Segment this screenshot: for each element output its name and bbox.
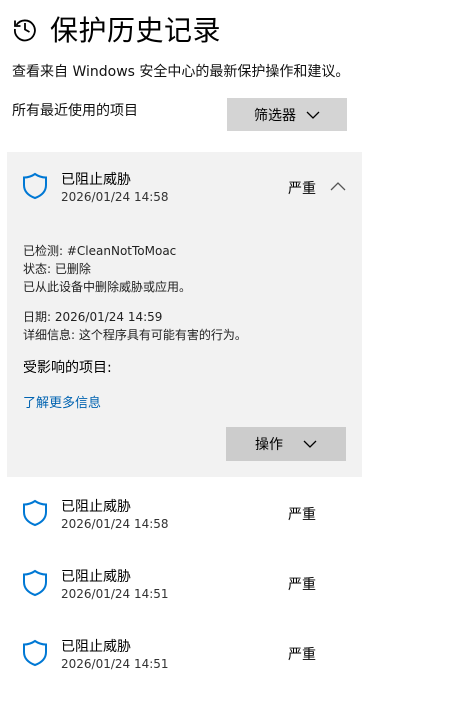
item-time: 2026/01/24 14:51 [61, 657, 169, 671]
status-line: 状态: 已删除 [23, 262, 91, 276]
action-taken-line: 已从此设备中删除威胁或应用。 [23, 280, 192, 294]
learn-more-link[interactable]: 了解更多信息 [23, 392, 101, 411]
detected-line: 已检测: #CleanNotToMoac [23, 244, 177, 258]
item-time: 2026/01/24 14:58 [61, 190, 169, 204]
threat-item[interactable]: 已阻止威胁 2026/01/24 14:51 严重 [7, 625, 362, 687]
shield-icon [23, 499, 47, 527]
shield-icon [23, 639, 47, 667]
actions-button-label: 操作 [255, 437, 283, 453]
item-title: 已阻止威胁 [61, 569, 131, 585]
chevron-down-icon [303, 440, 317, 448]
shield-icon [23, 569, 47, 597]
item-title: 已阻止威胁 [61, 639, 131, 655]
chevron-down-icon [306, 111, 320, 119]
severity-label: 严重 [288, 647, 316, 663]
protection-history-page: 保护历史记录 查看来自 Windows 安全中心的最新保护操作和建议。 所有最近… [0, 0, 453, 713]
expanded-threat-item: 已阻止威胁 2026/01/24 14:58 严重 已检测: #CleanNot… [7, 152, 362, 477]
item-time: 2026/01/24 14:58 [61, 517, 169, 531]
affected-items-label: 受影响的项目: [23, 360, 112, 376]
threat-item[interactable]: 已阻止威胁 2026/01/24 14:51 严重 [7, 555, 362, 617]
filter-button[interactable]: 筛选器 [227, 98, 347, 131]
date-line: 日期: 2026/01/24 14:59 [23, 310, 163, 324]
item-time: 2026/01/24 14:51 [61, 587, 169, 601]
details-line: 详细信息: 这个程序具有可能有害的行为。 [23, 328, 247, 342]
page-title: 保护历史记录 [50, 14, 222, 47]
threat-item[interactable]: 已阻止威胁 2026/01/24 14:58 严重 [7, 485, 362, 547]
severity-label: 严重 [288, 577, 316, 593]
severity-label: 严重 [288, 507, 316, 523]
page-subtitle: 查看来自 Windows 安全中心的最新保护操作和建议。 [12, 64, 350, 80]
history-icon [14, 19, 36, 42]
expanded-item-header[interactable]: 已阻止威胁 2026/01/24 14:58 严重 [7, 152, 362, 212]
page-header: 保护历史记录 [12, 9, 221, 49]
recent-items-label: 所有最近使用的项目 [12, 103, 138, 119]
severity-label: 严重 [288, 181, 316, 197]
item-title: 已阻止威胁 [61, 499, 131, 515]
shield-icon [23, 172, 47, 200]
chevron-up-icon[interactable] [330, 181, 346, 191]
filter-button-label: 筛选器 [254, 107, 296, 124]
item-title: 已阻止威胁 [61, 172, 131, 188]
actions-button[interactable]: 操作 [226, 427, 346, 461]
